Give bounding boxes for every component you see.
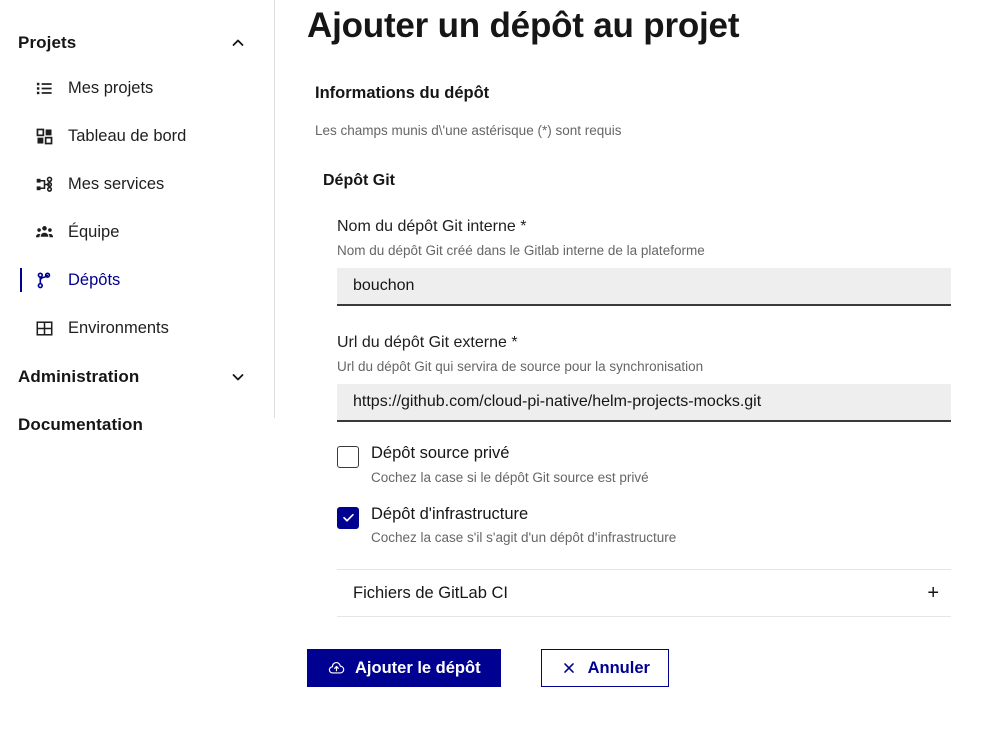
internal-git-name-input[interactable] <box>337 268 951 306</box>
repository-form: Dépôt Git Nom du dépôt Git interne * Nom… <box>323 172 939 618</box>
grid-table-icon <box>34 318 54 338</box>
sidebar-section-title-documentation: Documentation <box>18 415 143 435</box>
sidebar-item-depots[interactable]: Dépôts <box>0 256 275 304</box>
accordion-label: Fichiers de GitLab CI <box>353 584 508 603</box>
field-hint: Url du dépôt Git qui servira de source p… <box>337 359 951 374</box>
team-people-icon <box>34 222 54 242</box>
sidebar-item-label: Dépôts <box>68 271 120 290</box>
field-label: Nom du dépôt Git interne * <box>337 218 951 236</box>
dashboard-icon <box>34 126 54 146</box>
private-source-checkbox[interactable] <box>337 446 359 468</box>
main-content: Ajouter un dépôt au projet Informations … <box>275 0 1000 750</box>
sidebar: Projets <box>0 0 275 750</box>
required-fields-note: Les champs munis d\'une astérisque (*) s… <box>315 123 1000 138</box>
sidebar-item-label: Tableau de bord <box>68 127 186 146</box>
git-branch-icon <box>34 270 54 290</box>
sidebar-item-tableau-de-bord[interactable]: Tableau de bord <box>0 112 275 160</box>
close-icon <box>560 659 578 677</box>
sidebar-item-mes-services[interactable]: Mes services <box>0 160 275 208</box>
sidebar-item-label: Mes services <box>68 175 164 194</box>
app-root: Projets <box>0 0 1000 750</box>
sidebar-item-label: Équipe <box>68 223 119 242</box>
checkbox-texts: Dépôt source privé Cochez la case si le … <box>371 444 649 485</box>
services-nodes-icon <box>34 174 54 194</box>
sidebar-section-projets[interactable]: Projets <box>0 22 275 64</box>
add-repository-button-label: Ajouter le dépôt <box>355 659 481 678</box>
section-heading: Informations du dépôt <box>315 84 1000 103</box>
sidebar-item-mes-projets[interactable]: Mes projets <box>0 64 275 112</box>
chevron-up-icon[interactable] <box>231 36 245 50</box>
sidebar-section-documentation[interactable]: Documentation <box>0 404 275 446</box>
checkbox-label: Dépôt d'infrastructure <box>371 505 676 525</box>
checkbox-row-infrastructure[interactable]: Dépôt d'infrastructure Cochez la case s'… <box>337 505 939 546</box>
cloud-upload-icon <box>327 659 345 677</box>
checkbox-row-private-source[interactable]: Dépôt source privé Cochez la case si le … <box>337 444 939 485</box>
list-icon <box>34 78 54 98</box>
sidebar-item-equipe[interactable]: Équipe <box>0 208 275 256</box>
plus-icon[interactable]: + <box>927 583 939 603</box>
form-actions: Ajouter le dépôt Annuler <box>307 649 1000 687</box>
checkbox-hint: Cochez la case s'il s'agit d'un dépôt d'… <box>371 530 676 545</box>
cancel-button[interactable]: Annuler <box>541 649 669 687</box>
checkbox-texts: Dépôt d'infrastructure Cochez la case s'… <box>371 505 676 546</box>
sidebar-items-projets: Mes projets Tableau de bord <box>0 64 275 352</box>
chevron-down-icon[interactable] <box>231 370 245 384</box>
field-internal-git-name: Nom du dépôt Git interne * Nom du dépôt … <box>337 218 951 306</box>
page-title: Ajouter un dépôt au projet <box>307 0 1000 48</box>
field-external-git-url: Url du dépôt Git externe * Url du dépôt … <box>337 334 951 422</box>
external-git-url-input[interactable] <box>337 384 951 422</box>
infrastructure-checkbox[interactable] <box>337 507 359 529</box>
checkbox-hint: Cochez la case si le dépôt Git source es… <box>371 470 649 485</box>
add-repository-button[interactable]: Ajouter le dépôt <box>307 649 501 687</box>
field-label: Url du dépôt Git externe * <box>337 334 951 352</box>
sidebar-section-title-administration: Administration <box>18 367 139 387</box>
field-hint: Nom du dépôt Git créé dans le Gitlab int… <box>337 243 951 258</box>
cancel-button-label: Annuler <box>588 659 650 678</box>
sidebar-section-title-projets: Projets <box>18 33 76 53</box>
sidebar-section-administration[interactable]: Administration <box>0 356 275 398</box>
group-title-git-repository: Dépôt Git <box>323 172 939 190</box>
sidebar-item-label: Environments <box>68 319 169 338</box>
sidebar-item-label: Mes projets <box>68 79 153 98</box>
sidebar-item-environments[interactable]: Environments <box>0 304 275 352</box>
checkbox-label: Dépôt source privé <box>371 444 649 464</box>
active-indicator <box>20 268 22 292</box>
accordion-gitlab-ci-files[interactable]: Fichiers de GitLab CI + <box>337 569 951 617</box>
